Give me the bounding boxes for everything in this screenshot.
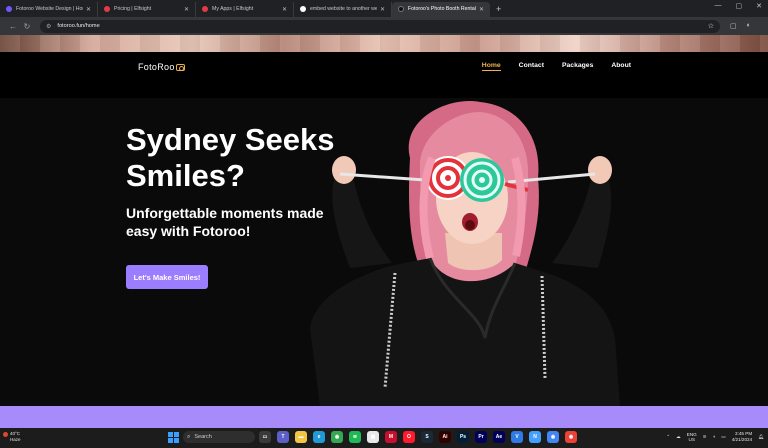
- tab-my-apps-elfsight[interactable]: My Apps | Elfsight ✕: [196, 1, 294, 17]
- tab-favicon-icon: [202, 6, 208, 12]
- language-indicator[interactable]: ENG US: [687, 432, 697, 442]
- after-effects-icon[interactable]: Ae: [493, 431, 505, 443]
- window-controls: — ▢ ✕: [715, 2, 763, 10]
- spotify-icon[interactable]: ≋: [349, 431, 361, 443]
- teams-icon[interactable]: T: [277, 431, 289, 443]
- nav-home[interactable]: Home: [481, 62, 501, 71]
- tab-embed-website[interactable]: embed website to another wel ✕: [294, 1, 392, 17]
- opera-icon[interactable]: O: [403, 431, 415, 443]
- maximize-icon[interactable]: ▢: [736, 2, 743, 10]
- tab-fotoroo-design[interactable]: Fotoroo Website Design | Hom ✕: [0, 1, 98, 17]
- tab-close-icon[interactable]: ✕: [479, 6, 484, 13]
- hero-photo: [310, 101, 620, 406]
- pinned-apps: ▭ T ▬ e ◉ ≋ ▦ M O S Ai Ps Pr Ae V N ◉ ◉: [259, 431, 577, 443]
- system-tray: ⌃ ☁ ENG US ≋ ◖ ▭ 3:45 PM 4/21/2024 🔔︎: [666, 431, 764, 442]
- nav-contact[interactable]: Contact: [519, 62, 544, 71]
- weather-icon: [3, 432, 8, 437]
- tab-title: Fotoroo Website Design | Hom: [16, 6, 83, 12]
- footer-accent-strip: [0, 406, 768, 428]
- tab-close-icon[interactable]: ✕: [184, 6, 189, 13]
- cloud-icon[interactable]: ☁: [676, 434, 681, 440]
- url-text[interactable]: fotoroo.fun/home: [57, 23, 707, 29]
- back-icon[interactable]: ←: [6, 22, 20, 31]
- notification-bell-icon[interactable]: 🔔︎: [758, 434, 764, 440]
- clock-date: 4/21/2024: [731, 436, 753, 442]
- illustrator-icon[interactable]: Ai: [439, 431, 451, 443]
- tab-favicon-icon: [300, 6, 306, 12]
- weather-desc: Haze: [10, 436, 21, 442]
- volume-icon[interactable]: ◖: [713, 434, 716, 439]
- hero-section: Sydney Seeks Smiles? Unforgettable momen…: [0, 98, 768, 406]
- edge-icon[interactable]: e: [313, 431, 325, 443]
- top-photo-banner: [0, 35, 768, 52]
- wifi-icon[interactable]: ≋: [703, 434, 707, 440]
- site-header: FotoRoo Home Contact Packages About: [0, 52, 768, 98]
- tab-favicon-icon: [104, 6, 110, 12]
- language-code: ENG: [686, 431, 697, 437]
- premiere-icon[interactable]: Pr: [475, 431, 487, 443]
- nav-packages[interactable]: Packages: [562, 62, 593, 71]
- tab-title: Pricing | Elfsight: [114, 6, 152, 12]
- browser-tab-strip: Fotoroo Website Design | Hom ✕ Pricing |…: [0, 0, 768, 17]
- tab-fotoroo-home[interactable]: Fotoroo's Photo Booth Rental ✕: [392, 1, 490, 17]
- main-nav: Home Contact Packages About: [481, 62, 631, 71]
- clock[interactable]: 3:45 PM 4/21/2024: [732, 431, 752, 442]
- tab-favicon-icon: [398, 6, 404, 12]
- tab-pricing-elfsight[interactable]: Pricing | Elfsight ✕: [98, 1, 196, 17]
- close-window-icon[interactable]: ✕: [756, 2, 762, 10]
- store-icon[interactable]: ▦: [367, 431, 379, 443]
- extensions-icon[interactable]: ▢: [730, 22, 737, 30]
- chevron-up-icon[interactable]: ⌃: [666, 434, 670, 440]
- start-icon[interactable]: [168, 431, 179, 443]
- tab-close-icon[interactable]: ✕: [380, 6, 385, 13]
- battery-icon[interactable]: ▭: [721, 434, 725, 440]
- taskbar-center: ⌕ Search ▭ T ▬ e ◉ ≋ ▦ M O S Ai Ps Pr Ae V N ◉ ◉: [168, 431, 577, 443]
- tab-title: My Apps | Elfsight: [212, 6, 254, 12]
- profile-icon[interactable]: ◐: [747, 22, 751, 30]
- tab-close-icon[interactable]: ✕: [86, 6, 91, 13]
- clock-time: 3:45 PM: [735, 431, 753, 436]
- chrome-3-icon[interactable]: ◉: [565, 431, 577, 443]
- vpn-icon[interactable]: V: [511, 431, 523, 443]
- tab-title: Fotoroo's Photo Booth Rental: [408, 6, 476, 12]
- new-tab-button[interactable]: +: [496, 4, 501, 14]
- tab-favicon-icon: [6, 6, 12, 12]
- toolbar-actions: ▢ ◐: [730, 22, 751, 30]
- cta-button[interactable]: Let's Make Smiles!: [126, 265, 208, 289]
- bookmark-star-icon[interactable]: ☆: [708, 22, 714, 30]
- web-page: FotoRoo Home Contact Packages About Sydn…: [0, 35, 768, 428]
- task-view-icon[interactable]: ▭: [259, 431, 271, 443]
- logo-text: FotoRoo: [138, 62, 175, 72]
- chrome-icon[interactable]: ◉: [331, 431, 343, 443]
- reload-icon[interactable]: ↻: [20, 22, 34, 31]
- camera-icon: [175, 63, 185, 71]
- chrome-2-icon[interactable]: ◉: [547, 431, 559, 443]
- address-bar-row: ← ↻ ⚙ fotoroo.fun/home ☆ ▢ ◐: [0, 17, 768, 35]
- omnibox[interactable]: ⚙ fotoroo.fun/home ☆: [40, 19, 720, 33]
- tab-title: embed website to another wel: [310, 6, 377, 12]
- search-label: Search: [194, 434, 212, 440]
- mcafee-icon[interactable]: M: [385, 431, 397, 443]
- minimize-icon[interactable]: —: [715, 2, 722, 10]
- notepad-icon[interactable]: N: [529, 431, 541, 443]
- photoshop-icon[interactable]: Ps: [457, 431, 469, 443]
- file-explorer-icon[interactable]: ▬: [295, 431, 307, 443]
- steam-icon[interactable]: S: [421, 431, 433, 443]
- weather-widget[interactable]: 40°C Haze: [3, 431, 21, 442]
- taskbar-search[interactable]: ⌕ Search: [183, 431, 255, 443]
- region-code: US: [688, 436, 695, 442]
- search-icon: ⌕: [187, 433, 191, 440]
- nav-about[interactable]: About: [611, 62, 631, 71]
- screen: Fotoroo Website Design | Hom ✕ Pricing |…: [0, 0, 768, 448]
- site-logo[interactable]: FotoRoo: [138, 62, 185, 72]
- site-info-icon[interactable]: ⚙: [46, 23, 51, 30]
- tab-close-icon[interactable]: ✕: [282, 6, 287, 13]
- windows-taskbar: 40°C Haze ⌕ Search ▭ T ▬ e ◉ ≋ ▦ M O S Ai Ps Pr Ae V N ◉…: [0, 428, 768, 448]
- weather-temp: 40°C: [10, 431, 21, 436]
